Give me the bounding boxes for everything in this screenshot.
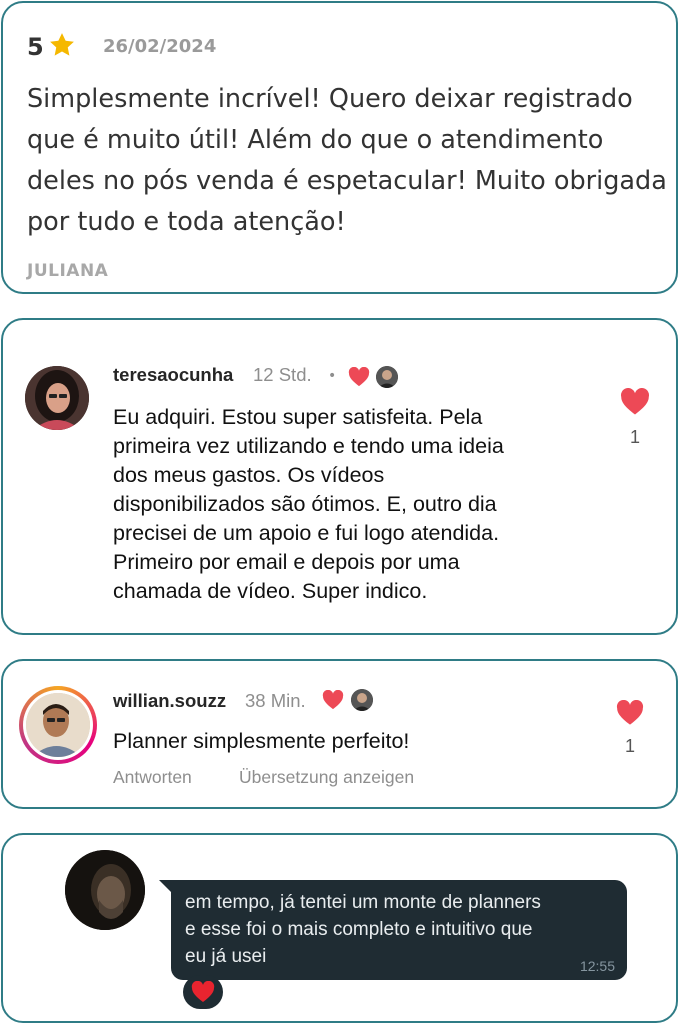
comment-line: primeira vez utilizando e tendo uma idei… <box>113 434 504 458</box>
comment-line: Primeiro por email e depois por uma <box>113 550 460 574</box>
separator-dot: • <box>328 368 337 384</box>
avatar-photo <box>65 850 145 930</box>
message-line: em tempo, já tentei um monte de planners <box>185 892 541 913</box>
avatar <box>65 850 145 930</box>
avatar <box>26 693 90 757</box>
reply-button[interactable]: Antworten <box>113 767 192 788</box>
message-line: eu já usei <box>185 946 267 967</box>
review-line: Simplesmente incrível! Quero deixar regi… <box>27 84 633 114</box>
review-date: 26/02/2024 <box>103 36 217 57</box>
avatar-story-ring[interactable] <box>19 686 97 764</box>
heart-icon <box>322 690 344 710</box>
comment-card: teresaocunha 12 Std. • Eu adquiri. Estou… <box>1 318 678 635</box>
comment-time: 12 Std. <box>253 364 312 385</box>
reaction-badge[interactable] <box>183 975 223 1009</box>
comment-text: Planner simplesmente perfeito! <box>113 729 410 753</box>
message-text: em tempo, já tentei um monte de planners… <box>185 889 615 970</box>
like-heart-icon[interactable] <box>616 700 644 726</box>
comment-line: chamada de vídeo. Super indico. <box>113 579 428 603</box>
review-author: JULIANA <box>27 261 109 281</box>
heart-icon <box>348 367 370 387</box>
comment-line: dos meus gastos. Os vídeos <box>113 463 385 487</box>
review-card: 5 26/02/2024 Simplesmente incrível! Quer… <box>1 1 678 294</box>
review-line: que é muito útil! Além do que o atendime… <box>27 125 604 155</box>
creator-avatar <box>351 689 373 711</box>
translate-button[interactable]: Übersetzung anzeigen <box>239 767 414 788</box>
message-time: 12:55 <box>579 958 615 974</box>
review-line: por tudo e toda atenção! <box>27 207 346 237</box>
like-heart-icon[interactable] <box>620 388 650 416</box>
message-line: e esse foi o mais completo e intuitivo q… <box>185 919 533 940</box>
comment-line: disponibilizados são ótimos. E, outro di… <box>113 492 497 516</box>
comment-line: Eu adquiri. Estou super satisfeita. Pela <box>113 405 483 429</box>
chat-card: em tempo, já tentei um monte de planners… <box>1 833 678 1023</box>
comment-text: Eu adquiri. Estou super satisfeita. Pela… <box>113 403 603 606</box>
comment-username[interactable]: teresaocunha <box>113 364 233 386</box>
avatar-photo <box>25 366 89 430</box>
avatar[interactable] <box>25 366 89 430</box>
comment-line: precisei de um apoio e fui logo atendida… <box>113 521 500 545</box>
rating-value: 5 <box>27 33 44 61</box>
review-line: deles no pós venda é espetacular! Muito … <box>27 166 667 196</box>
review-text: Simplesmente incrível! Quero deixar regi… <box>27 79 667 243</box>
heart-emoji-icon <box>191 981 215 1002</box>
message-bubble[interactable]: em tempo, já tentei um monte de planners… <box>171 880 627 980</box>
comment-card: willian.souzz 38 Min. Planner simplesmen… <box>1 659 678 809</box>
like-count: 1 <box>625 736 636 756</box>
star-icon <box>50 33 74 56</box>
comment-username[interactable]: willian.souzz <box>113 690 226 712</box>
comment-time: 38 Min. <box>245 690 306 711</box>
like-count: 1 <box>630 427 641 447</box>
avatar-photo <box>26 693 90 757</box>
creator-avatar <box>376 366 398 388</box>
